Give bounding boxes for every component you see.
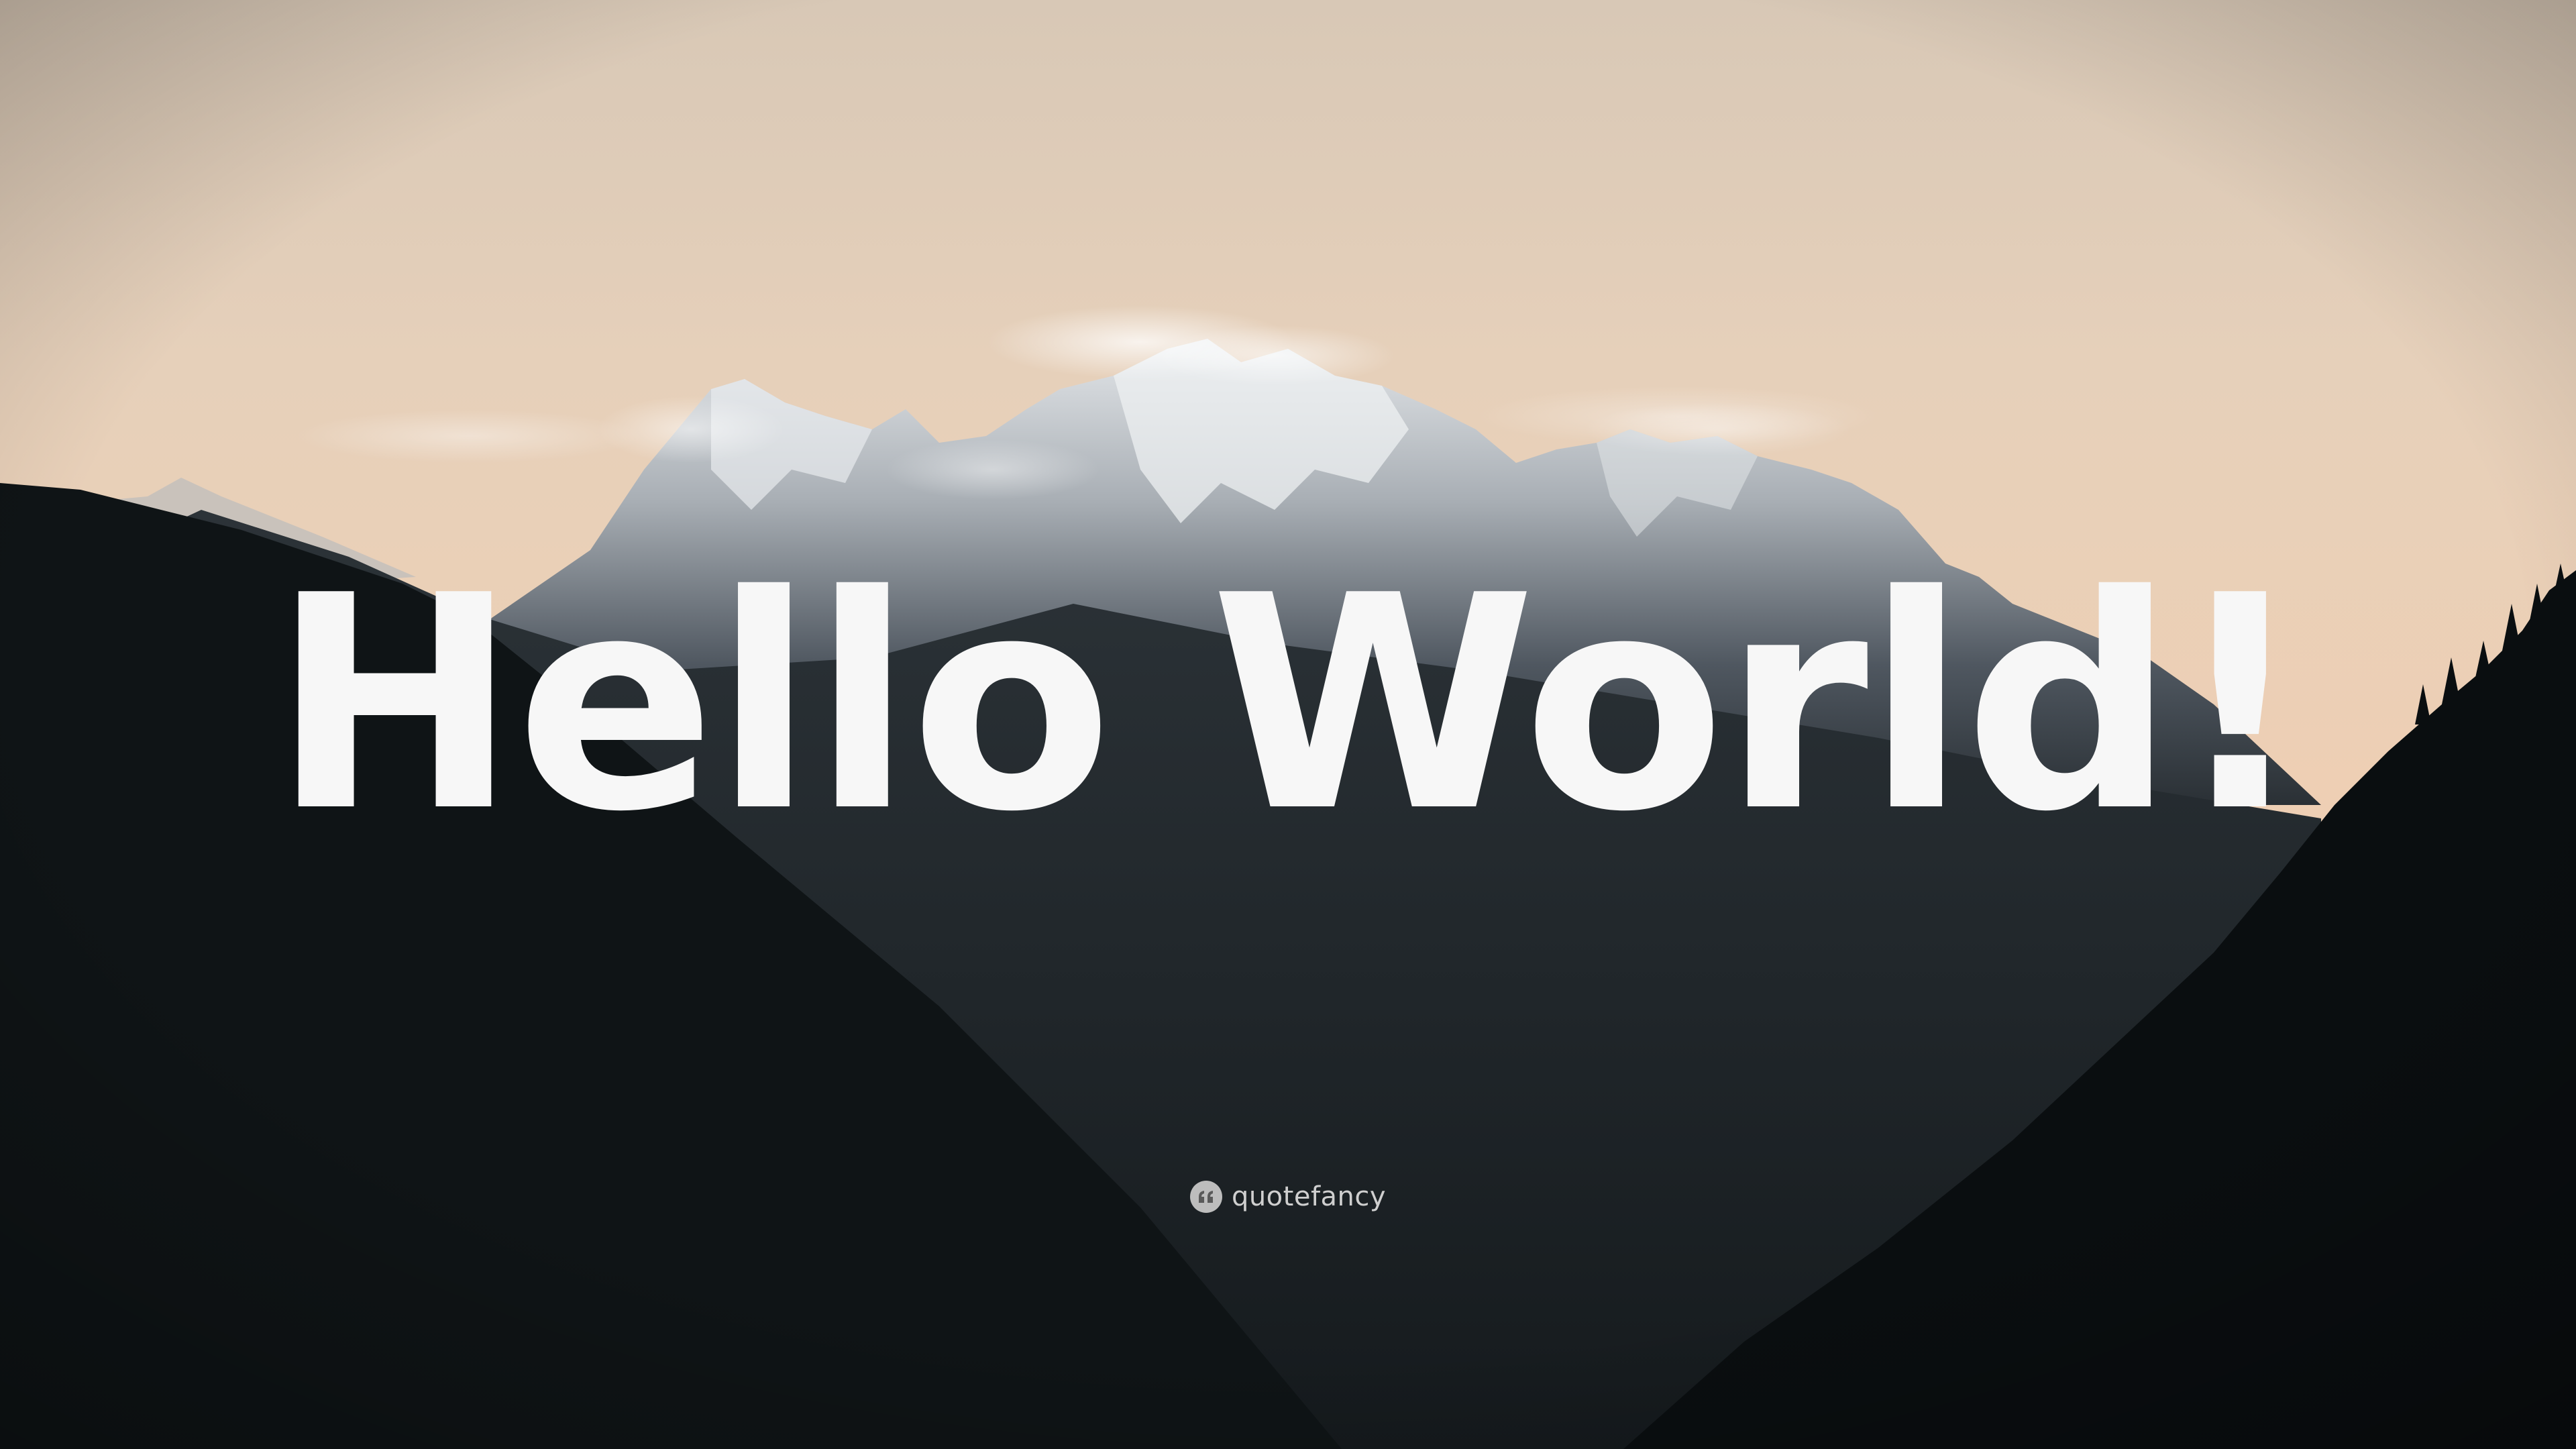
quote-marks-icon: [1189, 1181, 1222, 1213]
brand-name: quotefancy: [1231, 1181, 1387, 1212]
quote-text: Hello World!: [271, 533, 2307, 876]
wallpaper-scene: Hello World! quotefancy: [0, 0, 2576, 1449]
brand-watermark: quotefancy: [0, 1181, 2576, 1213]
